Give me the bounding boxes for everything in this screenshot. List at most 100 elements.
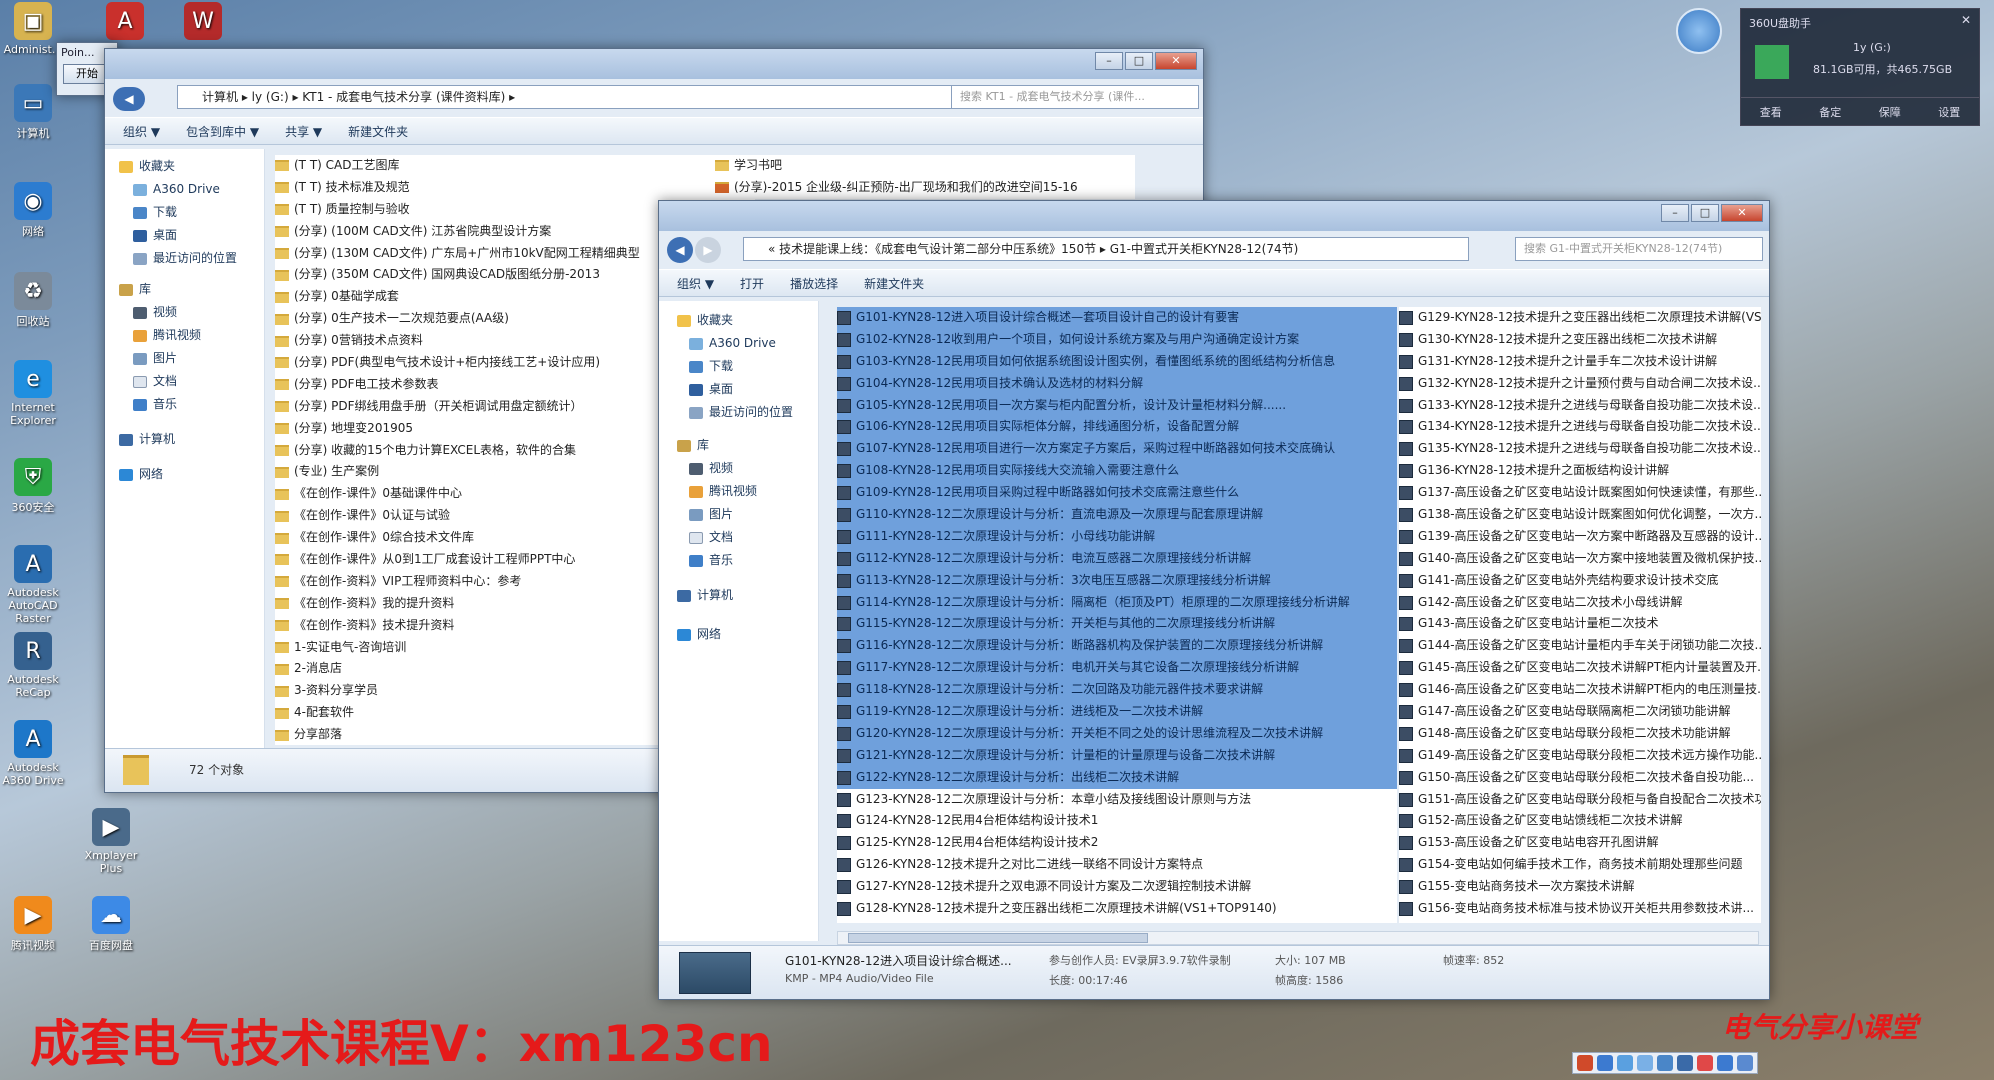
breadcrumb-computer[interactable]: 计算机	[202, 90, 238, 104]
minimize-button[interactable]: –	[1095, 52, 1123, 70]
desktop-icon-a360[interactable]: A Autodesk A360 Drive	[0, 720, 66, 787]
punctuation-icon[interactable]	[1637, 1055, 1653, 1071]
nav-libraries[interactable]: 库	[119, 278, 264, 301]
nav-videos[interactable]: 视频	[119, 301, 264, 324]
back-icon[interactable]: ◀	[113, 87, 145, 111]
list-item[interactable]: G148-高压设备之矿区变电站母联分段柜二次技术功能讲解	[1399, 723, 1761, 745]
list-item[interactable]: G144-高压设备之矿区变电站计量柜内手车关于闭锁功能二次技...	[1399, 635, 1761, 657]
chinese-mode-icon[interactable]	[1597, 1055, 1613, 1071]
list-item[interactable]: G137-高压设备之矿区变电站设计既案图如何快速读懂，有那些...	[1399, 482, 1761, 504]
list-item[interactable]: G101-KYN28-12进入项目设计综合概述—套项目设计自己的设计有要害	[837, 307, 1397, 329]
close-button[interactable]: ✕	[1721, 204, 1763, 222]
desktop-icon-xmplayer[interactable]: ▶ Xmplayer Plus	[78, 808, 144, 875]
nav-favorites[interactable]: 收藏夹	[677, 309, 818, 332]
nav-documents[interactable]: 文档	[677, 526, 818, 549]
desktop-icon-ie[interactable]: e Internet Explorer	[0, 360, 66, 427]
list-item[interactable]: G123-KYN28-12二次原理设计与分析：本章小结及接线图设计原则与方法	[837, 789, 1397, 811]
list-item[interactable]: G146-高压设备之矿区变电站二次技术讲解PT柜内的电压测量技...	[1399, 679, 1761, 701]
list-item[interactable]: G152-高压设备之矿区变电站馈线柜二次技术讲解	[1399, 810, 1761, 832]
breadcrumb-folder[interactable]: G1-中置式开关柜KYN28-12(74节)	[1110, 242, 1299, 256]
list-item[interactable]: G149-高压设备之矿区变电站母联分段柜二次技术远方操作功能...	[1399, 745, 1761, 767]
nav-videos[interactable]: 视频	[677, 457, 818, 480]
nav-computer[interactable]: 计算机	[677, 584, 818, 607]
breadcrumb-folder[interactable]: KT1 - 成套电气技术分享 (课件资料库)	[302, 90, 505, 104]
list-item[interactable]: G138-高压设备之矿区变电站设计既案图如何优化调整，一次方...	[1399, 504, 1761, 526]
list-item[interactable]: G156-变电站商务技术标准与技术协议开关柜共用参数技术讲...	[1399, 898, 1761, 920]
usb-eject-button[interactable]: 备定	[1819, 104, 1841, 120]
list-item[interactable]: G105-KYN28-12民用项目一次方案与柜内配置分析，设计及计量柜材料分解.…	[837, 394, 1397, 417]
list-item[interactable]: G139-高压设备之矿区变电站一次方案中断路器及互感器的设计...	[1399, 526, 1761, 548]
list-item[interactable]: G116-KYN28-12二次原理设计与分析：断路器机构及保护装置的二次原理接线…	[837, 635, 1397, 658]
list-item[interactable]: G132-KYN28-12技术提升之计量预付费与自动合闸二次技术设...	[1399, 373, 1761, 395]
nav-downloads[interactable]: 下载	[677, 355, 818, 378]
nav-favorites[interactable]: 收藏夹	[119, 155, 264, 178]
list-item[interactable]: G155-变电站商务技术一次方案技术讲解	[1399, 876, 1761, 898]
nav-tencent-video[interactable]: 腾讯视频	[119, 324, 264, 347]
list-item[interactable]: (分享)-2015 企业级-纠正预防-出厂现场和我们的改进空间15-16	[715, 177, 1135, 199]
play-selection-button[interactable]: 播放选择	[790, 275, 838, 292]
desktop-icon-acrobat[interactable]: A	[92, 2, 158, 43]
desktop-icon-tencent-video[interactable]: ▶ 腾讯视频	[0, 896, 66, 953]
nav-libraries[interactable]: 库	[677, 434, 818, 457]
list-item[interactable]: G104-KYN28-12民用项目技术确认及选材的材料分解	[837, 372, 1397, 395]
list-item[interactable]: G118-KYN28-12二次原理设计与分析：二次回路及功能元器件技术要求讲解	[837, 679, 1397, 702]
grid-icon[interactable]	[1677, 1055, 1693, 1071]
address-bar[interactable]: « 技术提能课上线：《成套电气设计第二部分中压系统》150节 ▸ G1-中置式开…	[743, 237, 1469, 261]
list-item[interactable]: G110-KYN28-12二次原理设计与分析：直流电源及一次原理与配套原理讲解	[837, 504, 1397, 526]
keyboard-icon[interactable]	[1657, 1055, 1673, 1071]
list-item[interactable]: (T T) 技术标准及规范	[275, 177, 755, 199]
breadcrumb-course[interactable]: 技术提能课上线：《成套电气设计第二部分中压系统》150节	[779, 242, 1096, 256]
list-item[interactable]: G145-高压设备之矿区变电站二次技术讲解PT柜内计量装置及开...	[1399, 657, 1761, 679]
nav-network[interactable]: 网络	[677, 623, 818, 646]
close-icon[interactable]: ✕	[1961, 13, 1971, 27]
nav-a360[interactable]: A360 Drive	[119, 178, 264, 201]
nav-network[interactable]: 网络	[119, 463, 264, 486]
search-input[interactable]: 搜索 G1-中置式开关柜KYN28-12(74节)	[1515, 237, 1763, 261]
settings-icon[interactable]	[1737, 1055, 1753, 1071]
list-item[interactable]: (T T) CAD工艺图库	[275, 155, 755, 177]
list-item[interactable]: 学习书吧	[715, 155, 1135, 177]
list-item[interactable]: G135-KYN28-12技术提升之进线与母联备自投功能二次技术设...	[1399, 438, 1761, 460]
organize-menu[interactable]: 组织 ▼	[123, 123, 160, 140]
list-item[interactable]: G119-KYN28-12二次原理设计与分析：进线柜及一二次技术讲解	[837, 701, 1397, 723]
nav-pictures[interactable]: 图片	[119, 347, 264, 370]
list-item[interactable]: G103-KYN28-12民用项目如何依据系统图设计图实例，看懂图纸系统的图纸结…	[837, 350, 1397, 373]
maximize-button[interactable]: □	[1125, 52, 1153, 70]
list-item[interactable]: G102-KYN28-12收到用户一个项目，如何设计系统方案及与用户沟通确定设计…	[837, 328, 1397, 351]
horizontal-scrollbar[interactable]	[837, 931, 1759, 945]
list-item[interactable]: G117-KYN28-12二次原理设计与分析：电机开关与其它设备二次原理接线分析…	[837, 657, 1397, 680]
list-item[interactable]: G111-KYN28-12二次原理设计与分析：小母线功能讲解	[837, 525, 1397, 548]
360-ball-icon[interactable]	[1676, 8, 1722, 54]
nav-pictures[interactable]: 图片	[677, 503, 818, 526]
desktop-icon-autocad-raster[interactable]: A Autodesk AutoCAD Raster	[0, 545, 66, 625]
address-bar[interactable]: 计算机 ▸ ly (G:) ▸ KT1 - 成套电气技术分享 (课件资料库) ▸	[177, 85, 1013, 109]
list-item[interactable]: G133-KYN28-12技术提升之进线与母联备自投功能二次技术设...	[1399, 395, 1761, 417]
list-item[interactable]: G141-高压设备之矿区变电站外壳结构要求设计技术交底	[1399, 570, 1761, 592]
input-method-icon[interactable]	[1577, 1055, 1593, 1071]
list-item[interactable]: G130-KYN28-12技术提升之变压器出线柜二次技术讲解	[1399, 329, 1761, 351]
list-item[interactable]: G120-KYN28-12二次原理设计与分析：开关柜不同之处的设计思维流程及二次…	[837, 722, 1397, 745]
close-button[interactable]: ✕	[1155, 52, 1197, 70]
minimize-button[interactable]: –	[1661, 204, 1689, 222]
nav-downloads[interactable]: 下载	[119, 201, 264, 224]
nav-music[interactable]: 音乐	[677, 549, 818, 572]
nav-documents[interactable]: 文档	[119, 370, 264, 393]
list-item[interactable]: G113-KYN28-12二次原理设计与分析：3次电压互感器二次原理接线分析讲解	[837, 569, 1397, 592]
share-menu[interactable]: 共享 ▼	[285, 123, 322, 140]
skin-icon[interactable]	[1697, 1055, 1713, 1071]
list-item[interactable]: G106-KYN28-12民用项目实际柜体分解，排线通图分析，设备配置分解	[837, 416, 1397, 439]
nav-tencent-video[interactable]: 腾讯视频	[677, 480, 818, 503]
maximize-button[interactable]: □	[1691, 204, 1719, 222]
breadcrumb-drive[interactable]: ly (G:)	[252, 90, 289, 104]
include-library-menu[interactable]: 包含到库中 ▼	[186, 123, 259, 140]
list-item[interactable]: G127-KYN28-12技术提升之双电源不同设计方案及二次逻辑控制技术讲解	[837, 876, 1397, 898]
usb-view-button[interactable]: 查看	[1760, 104, 1782, 120]
moon-icon[interactable]	[1617, 1055, 1633, 1071]
nav-computer[interactable]: 计算机	[119, 428, 264, 451]
list-item[interactable]: G114-KYN28-12二次原理设计与分析：隔离柜（柜顶及PT）柜原理的二次原…	[837, 591, 1397, 614]
back-icon[interactable]: ◀	[667, 237, 693, 263]
list-item[interactable]: G128-KYN28-12技术提升之变压器出线柜二次原理技术讲解(VS1+TOP…	[837, 898, 1397, 920]
list-item[interactable]: G140-高压设备之矿区变电站一次方案中接地装置及微机保护技...	[1399, 548, 1761, 570]
list-item[interactable]: G121-KYN28-12二次原理设计与分析：计量柜的计量原理与设备二次技术讲解	[837, 744, 1397, 767]
new-folder-button[interactable]: 新建文件夹	[864, 275, 924, 292]
